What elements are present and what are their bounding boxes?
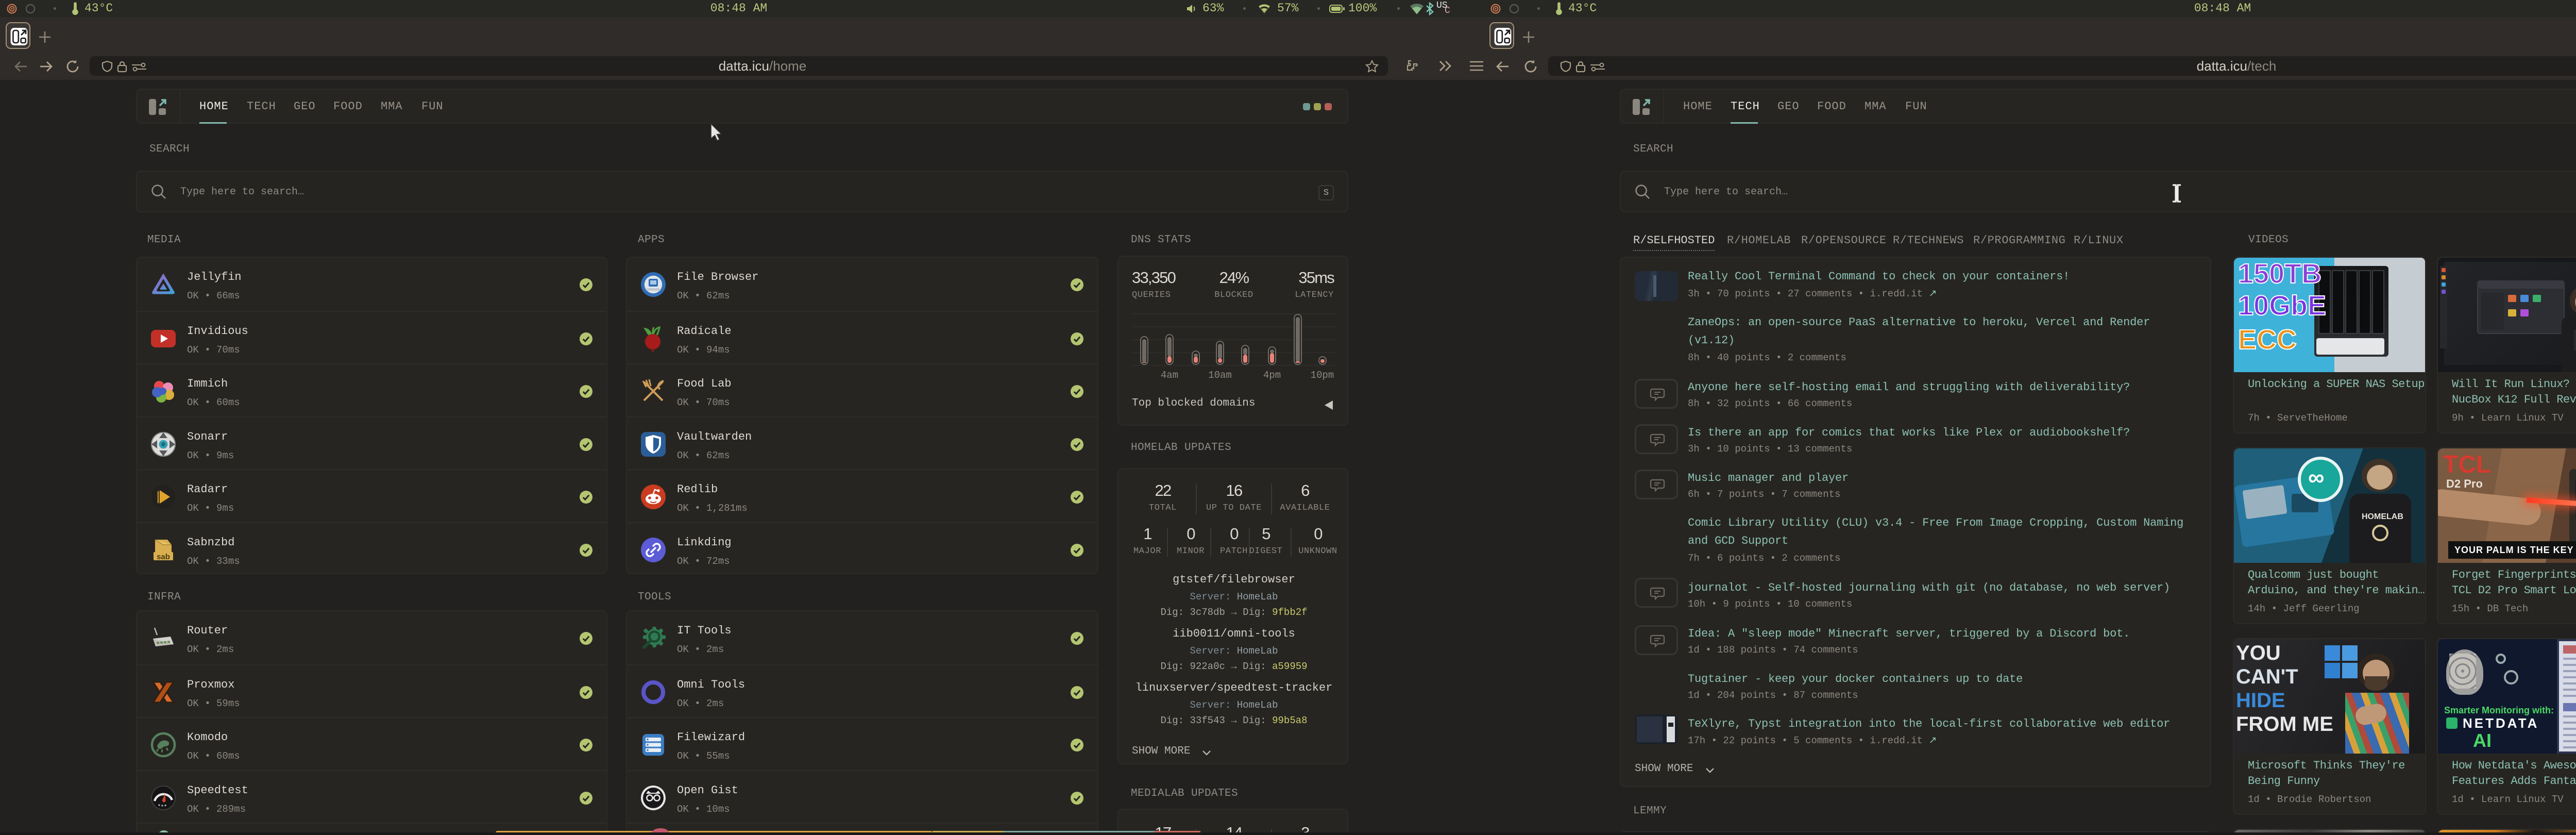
- svg-text:sab: sab: [157, 553, 170, 561]
